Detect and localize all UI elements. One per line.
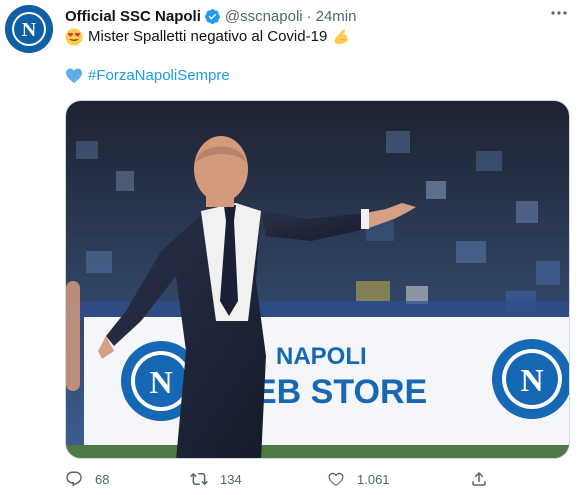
share-button[interactable] — [470, 470, 500, 488]
avatar-letter: N — [22, 19, 37, 41]
tweet-actions: 68 134 1.061 — [65, 470, 505, 494]
retweet-count: 134 — [220, 471, 242, 487]
share-icon — [472, 471, 486, 486]
timestamp[interactable]: 24min — [316, 8, 357, 25]
reply-count: 68 — [95, 471, 110, 487]
tweet-text-line-2: #ForzaNapoliSempre — [65, 66, 230, 86]
author-handle[interactable]: @sscnapoli — [225, 8, 303, 25]
author-name[interactable]: Official SSC Napoli — [65, 8, 201, 25]
separator-dot: · — [306, 7, 312, 25]
like-count: 1.061 — [357, 471, 390, 487]
tweet-text-line-1: Mister Spalletti negativo al Covid-19 — [65, 27, 350, 47]
tweet-text: Mister Spalletti negativo al Covid-19 — [88, 28, 328, 45]
verified-badge-icon — [204, 8, 220, 24]
sign-logo-left: N — [149, 364, 172, 400]
reply-button[interactable]: 68 — [65, 470, 109, 488]
hashtag-link[interactable]: #ForzaNapoliSempre — [88, 66, 230, 86]
sign-text-napoli: NAPOLI — [276, 343, 367, 370]
sign-logo-right: N — [520, 362, 543, 398]
heart-eyes-emoji-icon — [65, 28, 83, 46]
reply-icon — [66, 471, 82, 487]
more-options-icon[interactable] — [546, 4, 572, 26]
heart-icon — [328, 472, 344, 486]
retweet-button[interactable]: 134 — [190, 470, 242, 488]
avatar[interactable]: N — [5, 5, 53, 53]
blue-heart-emoji-icon — [66, 68, 82, 83]
sign-text-store: EB STORE — [254, 373, 427, 411]
tweet-photo[interactable]: N N NAPOLI EB STORE — [65, 100, 570, 459]
like-button[interactable]: 1.061 — [327, 470, 390, 488]
retweet-icon — [190, 472, 208, 486]
flexed-biceps-emoji-icon — [335, 29, 348, 44]
tweet-header: Official SSC Napoli @sscnapoli · 24min — [65, 6, 572, 26]
